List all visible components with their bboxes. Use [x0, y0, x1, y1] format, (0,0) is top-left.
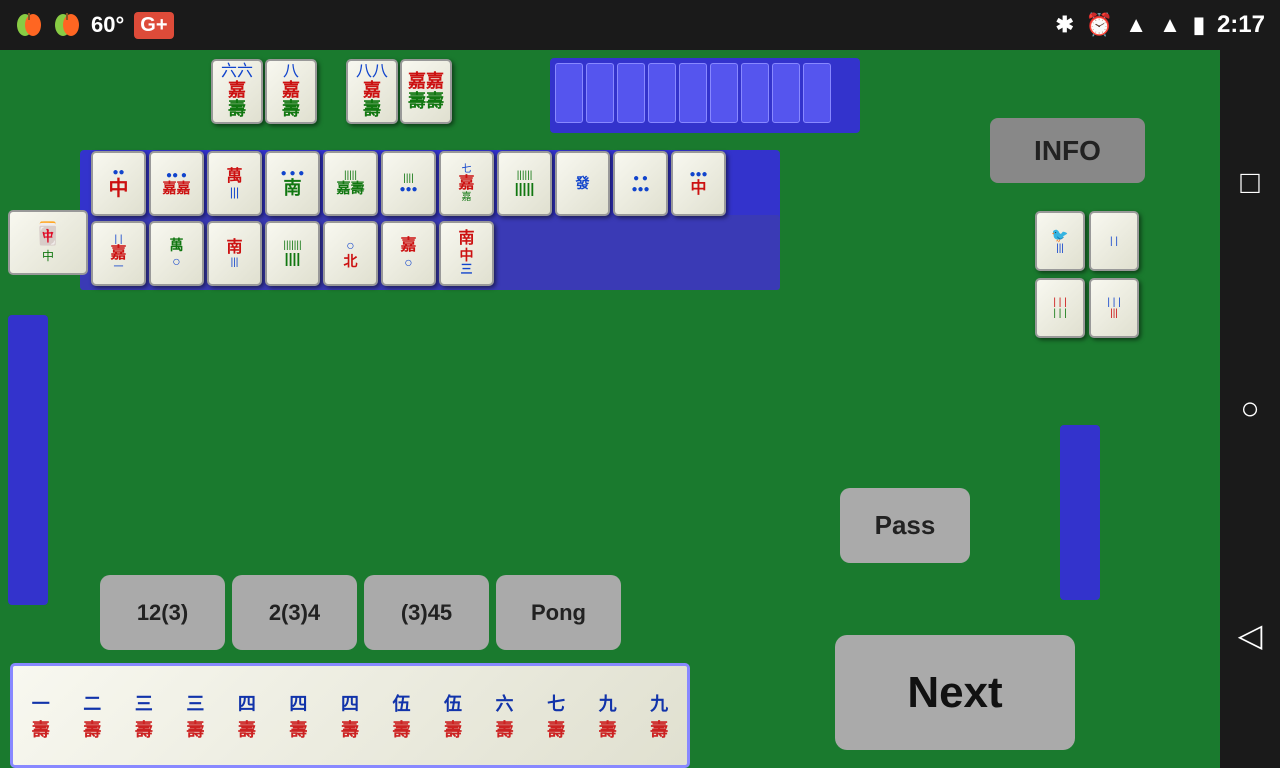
status-right: ✱ ⏰ ▲ ▲ ▮ 2:17: [1055, 11, 1265, 39]
next-button[interactable]: Next: [835, 635, 1075, 750]
apple-icon-1: [15, 11, 43, 39]
bottom-tile[interactable]: 伍 壽: [377, 671, 427, 761]
bottom-tile[interactable]: 九 壽: [634, 671, 684, 761]
temperature: 60°: [91, 12, 124, 38]
status-bar: 60° G+ ✱ ⏰ ▲ ▲ ▮ 2:17: [0, 0, 1280, 50]
tile[interactable]: 🐦 |||: [1035, 211, 1085, 271]
bottom-tile[interactable]: 七 壽: [531, 671, 581, 761]
tile[interactable]: ○ 北: [323, 221, 378, 286]
tile[interactable]: |||| ●●●: [381, 151, 436, 216]
tile[interactable]: 萬 |||: [207, 151, 262, 216]
bottom-tile[interactable]: 四 壽: [325, 671, 375, 761]
info-button[interactable]: INFO: [990, 118, 1145, 183]
status-left: 60° G+: [15, 11, 1055, 39]
alarm-icon: ⏰: [1086, 12, 1113, 38]
bottom-tile[interactable]: 三 壽: [119, 671, 169, 761]
apple-icon-2: [53, 11, 81, 39]
action-button-1[interactable]: 12(3): [100, 575, 225, 650]
action-button-4[interactable]: Pong: [496, 575, 621, 650]
tile[interactable]: ●● ● 嘉嘉: [149, 151, 204, 216]
tile[interactable]: 六六 嘉 壽: [211, 59, 263, 124]
tile[interactable]: | | | |||: [1089, 278, 1139, 338]
tile[interactable]: 八 嘉 壽: [265, 59, 317, 124]
tile[interactable]: ●● 中: [91, 151, 146, 216]
bottom-hand: 一 壽 二 壽 三 壽 三 壽 四 壽 四 壽 四 壽 伍 壽: [10, 663, 690, 768]
circle-icon[interactable]: ○: [1240, 390, 1259, 427]
bottom-tile[interactable]: 六 壽: [480, 671, 530, 761]
bottom-tile[interactable]: 四 壽: [222, 671, 272, 761]
action-button-2[interactable]: 2(3)4: [232, 575, 357, 650]
bottom-tile[interactable]: 伍 壽: [428, 671, 478, 761]
signal-icon: ▲: [1159, 12, 1181, 38]
tile[interactable]: 嘉 ○: [381, 221, 436, 286]
left-vert-bar: [8, 315, 48, 605]
tile[interactable]: 南 中 三: [439, 221, 494, 286]
square-icon[interactable]: □: [1240, 164, 1259, 201]
tile[interactable]: |||||| |||||: [497, 151, 552, 216]
bottom-tile[interactable]: 二 壽: [68, 671, 118, 761]
tile[interactable]: 七 嘉 嘉: [439, 151, 494, 216]
battery-icon: ▮: [1193, 12, 1205, 38]
bottom-tile[interactable]: 九 壽: [583, 671, 633, 761]
tile[interactable]: 八八 嘉 壽: [346, 59, 398, 124]
wifi-icon: ▲: [1125, 12, 1147, 38]
right-sidebar: □ ○ ◁: [1220, 50, 1280, 768]
left-player-tile: 🀄 中: [8, 210, 88, 275]
clock: 2:17: [1217, 11, 1265, 39]
tile[interactable]: ● ● ● 南: [265, 151, 320, 216]
blue-deck-top: [550, 58, 860, 133]
right-vert-bar: [1060, 425, 1100, 600]
top-tile-group-1: 六六 嘉 壽 八 嘉 壽: [210, 58, 318, 125]
back-icon[interactable]: ◁: [1238, 616, 1263, 654]
tile[interactable]: ●●● 中: [671, 151, 726, 216]
bottom-tile[interactable]: 一 壽: [16, 671, 66, 761]
tile[interactable]: | | 嘉 一: [91, 221, 146, 286]
action-button-3[interactable]: (3)45: [364, 575, 489, 650]
right-tile-group: 🐦 ||| | | | | | | | | | | | |||: [1034, 210, 1140, 339]
tile[interactable]: 南 |||: [207, 221, 262, 286]
tile[interactable]: | | | | | |: [1035, 278, 1085, 338]
bottom-tile[interactable]: 四 壽: [274, 671, 324, 761]
hand-row-1: ●● 中 ●● ● 嘉嘉 萬 ||| ● ● ● 南: [90, 150, 727, 217]
tile[interactable]: ||||||| ||||: [265, 221, 320, 286]
tile[interactable]: 發: [555, 151, 610, 216]
bottom-tile[interactable]: 三 壽: [171, 671, 221, 761]
tile[interactable]: ||||| 嘉壽: [323, 151, 378, 216]
hand-row-2: | | 嘉 一 萬 ○ 南 ||| ||||||| |||| ○: [90, 220, 495, 287]
tile[interactable]: ● ● ●●●: [613, 151, 668, 216]
tile[interactable]: 嘉嘉 壽壽: [400, 59, 452, 124]
top-tile-group-2: 八八 嘉 壽 嘉嘉 壽壽: [345, 58, 453, 125]
tile[interactable]: 萬 ○: [149, 221, 204, 286]
game-area: INFO 六六 嘉 壽 八 嘉 壽 八八 嘉 壽: [0, 50, 1220, 768]
bluetooth-icon: ✱: [1055, 12, 1073, 38]
pass-button[interactable]: Pass: [840, 488, 970, 563]
tile[interactable]: | |: [1089, 211, 1139, 271]
gplus-icon: G+: [134, 12, 173, 39]
